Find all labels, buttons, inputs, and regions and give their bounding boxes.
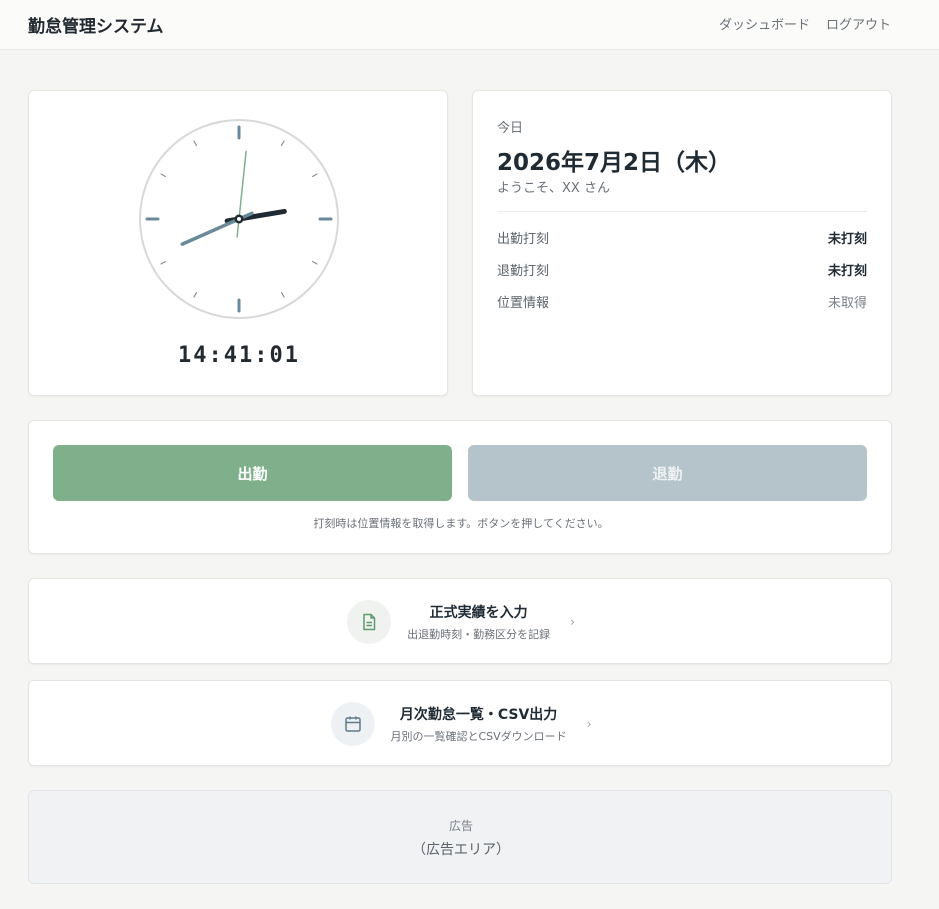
link-subtitle: 月別の一覧確認とCSVダウンロード	[390, 730, 567, 743]
clock-card: 14:41:01	[28, 90, 448, 396]
top-nav: ダッシュボード ログアウト	[719, 14, 891, 33]
status-value: 未打刻	[827, 231, 867, 247]
ad-placeholder: （広告エリア）	[412, 842, 510, 858]
clock-center-dot	[237, 217, 241, 221]
ad-area: 広告 （広告エリア）	[28, 790, 892, 884]
current-date: 2026年7月2日（木）	[497, 150, 732, 176]
link-content: 月次勤怠一覧・CSV出力 月別の一覧確認とCSVダウンロード ›	[29, 681, 893, 767]
link-title: 正式実績を入力	[429, 605, 528, 621]
document-icon	[347, 600, 392, 644]
link-text: 正式実績を入力 出退勤時刻・勤務区分を記録	[407, 602, 550, 642]
chevron-right-icon: ›	[586, 717, 592, 731]
link-content: 正式実績を入力 出退勤時刻・勤務区分を記録 ›	[29, 579, 893, 665]
status-row-location: 位置情報 未取得	[497, 291, 867, 311]
status-row-clock-in: 出勤打刻 未打刻	[497, 227, 867, 247]
analog-clock	[139, 119, 339, 319]
record-entry-link[interactable]: 正式実績を入力 出退勤時刻・勤務区分を記録 ›	[28, 578, 892, 664]
divider	[497, 211, 867, 212]
digital-time: 14:41:01	[178, 343, 300, 368]
chevron-right-icon: ›	[570, 615, 575, 629]
ad-label: 広告	[448, 819, 473, 833]
status-label: 位置情報	[497, 295, 550, 311]
status-label: 出勤打刻	[497, 231, 550, 247]
clock-in-button[interactable]: 出勤	[53, 445, 452, 501]
today-info-card: 今日 2026年7月2日（木） ようこそ、XX さん 出勤打刻 未打刻 退勤打刻…	[472, 90, 892, 396]
link-title: 月次勤怠一覧・CSV出力	[399, 707, 558, 723]
status-row-clock-out: 退勤打刻 未打刻	[497, 259, 867, 279]
link-text: 月次勤怠一覧・CSV出力 月別の一覧確認とCSVダウンロード	[391, 704, 567, 744]
nav-dashboard-link[interactable]: ダッシュボード	[719, 14, 810, 33]
punch-note: 打刻時は位置情報を取得します。ボタンを押してください。	[313, 517, 609, 530]
top-bar: 勤怠管理システム ダッシュボード ログアウト	[0, 0, 939, 50]
app-title: 勤怠管理システム	[28, 17, 164, 37]
today-label: 今日	[497, 121, 524, 136]
clock-out-button[interactable]: 退勤	[468, 445, 867, 501]
welcome-message: ようこそ、XX さん	[497, 181, 610, 196]
status-value: 未打刻	[827, 263, 867, 279]
monthly-list-link[interactable]: 月次勤怠一覧・CSV出力 月別の一覧確認とCSVダウンロード ›	[28, 680, 892, 766]
status-label: 退勤打刻	[497, 263, 550, 279]
nav-logout-link[interactable]: ログアウト	[826, 14, 891, 33]
status-value: 未取得	[827, 295, 867, 311]
link-subtitle: 出退勤時刻・勤務区分を記録	[407, 628, 551, 641]
calendar-icon	[330, 702, 375, 746]
punch-card: 出勤 退勤 打刻時は位置情報を取得します。ボタンを押してください。	[28, 420, 892, 554]
